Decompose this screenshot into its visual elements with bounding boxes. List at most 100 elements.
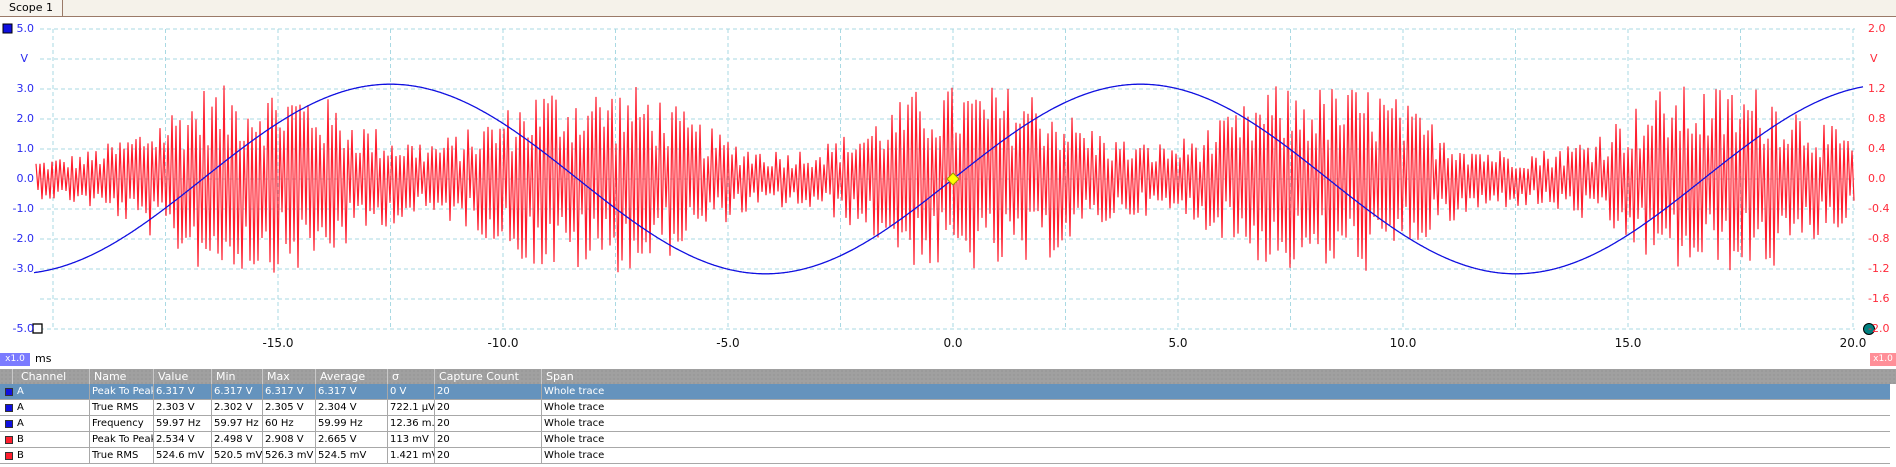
table-cell: 12.36 m...: [387, 416, 434, 431]
table-cell: 6.317 V: [153, 384, 211, 399]
table-cell: 2.498 V: [211, 432, 262, 447]
table-cell: 0 V: [387, 384, 434, 399]
x-axis-tick-label: 0.0: [943, 336, 963, 350]
table-cell: 2.302 V: [211, 400, 262, 415]
table-cell: 2.665 V: [315, 432, 387, 447]
x-scale-badge[interactable]: x1.0: [0, 353, 30, 366]
table-cell: 520.5 mV: [211, 448, 262, 463]
x-axis-tick-label: 15.0: [1614, 336, 1642, 350]
table-cell: 20: [434, 448, 541, 463]
left-axis-tick-label: 3.0: [16, 82, 35, 95]
x-axis-tick-label: 10.0: [1389, 336, 1417, 350]
table-header: Channel Name Value Min Max Average σ Capture Co…: [0, 369, 1896, 384]
channel-a-marker-icon: [2, 23, 13, 34]
table-cell: 59.99 Hz: [315, 416, 387, 431]
left-cursor-handle-icon: [32, 323, 43, 334]
x-axis-tick-label: -10.0: [487, 336, 519, 350]
column-header[interactable]: Capture Count: [434, 369, 541, 384]
table-cell: Whole trace: [541, 384, 1890, 399]
left-axis-tick-label: 1.0: [16, 142, 35, 155]
table-cell: 6.317 V: [262, 384, 315, 399]
table-cell: 722.1 μV: [387, 400, 434, 415]
tab-scope-1[interactable]: Scope 1: [0, 0, 63, 16]
right-axis-tick-label: 1.2: [1868, 82, 1886, 95]
table-cell: 59.97 Hz: [211, 416, 262, 431]
table-cell: Whole trace: [541, 432, 1890, 447]
left-axis-tick-label: 0.0: [16, 172, 35, 185]
table-cell: Whole trace: [541, 416, 1890, 431]
left-axis-tick-label: -2.0: [12, 232, 34, 245]
channel-color-icon: [5, 436, 13, 444]
channel-color-icon: [5, 452, 13, 460]
channel-color-icon: [5, 420, 13, 428]
table-row[interactable]: A Frequency 59.97 Hz 59.97 Hz 60 Hz 59.99 Hz 1…: [0, 416, 1890, 432]
x-axis-tick-label: 20.0: [1839, 336, 1867, 350]
table-cell: Whole trace: [541, 448, 1890, 463]
right-axis-tick-label: 2.0: [1868, 22, 1886, 35]
table-cell: 526.3 mV: [262, 448, 315, 463]
table-row[interactable]: A True RMS 2.303 V 2.302 V 2.305 V 2.304 V 722…: [0, 400, 1890, 416]
left-axis-unit: V: [20, 52, 28, 65]
right-axis-tick-label: 0.4: [1868, 142, 1886, 155]
x-axis-tick-label: -15.0: [262, 336, 294, 350]
column-header[interactable]: Max: [262, 369, 315, 384]
table-cell: 60 Hz: [262, 416, 315, 431]
table-cell: B: [17, 450, 24, 461]
column-header[interactable]: Value: [153, 369, 211, 384]
right-axis-tick-label: -1.2: [1868, 262, 1890, 275]
table-cell: 6.317 V: [211, 384, 262, 399]
table-cell: 2.304 V: [315, 400, 387, 415]
column-header[interactable]: Channel: [12, 369, 89, 384]
right-axis-tick-label: -0.4: [1868, 202, 1890, 215]
table-cell: Frequency: [89, 416, 153, 431]
column-header[interactable]: Average: [315, 369, 387, 384]
table-cell: A: [17, 386, 24, 397]
left-axis-tick-label: -3.0: [12, 262, 34, 275]
table-cell: Peak To Peak: [89, 384, 153, 399]
table-cell: 20: [434, 416, 541, 431]
table-cell: 1.421 mV: [387, 448, 434, 463]
table-row[interactable]: A Peak To Peak 6.317 V 6.317 V 6.317 V 6.317 …: [0, 384, 1890, 400]
table-cell: Peak To Peak: [89, 432, 153, 447]
table-row[interactable]: B True RMS 524.6 mV 520.5 mV 526.3 mV 524.5 m…: [0, 448, 1890, 464]
table-row[interactable]: B Peak To Peak 2.534 V 2.498 V 2.908 V 2.665 …: [0, 432, 1890, 448]
table-cell: Whole trace: [541, 400, 1890, 415]
table-cell: 113 mV: [387, 432, 434, 447]
table-cell: 2.534 V: [153, 432, 211, 447]
right-scale-badge[interactable]: x1.0: [1870, 353, 1896, 366]
right-axis-tick-label: -1.6: [1868, 292, 1890, 305]
right-axis-tick-label: 0.0: [1868, 172, 1886, 185]
right-axis-unit: V: [1870, 52, 1878, 65]
table-cell: A: [17, 418, 24, 429]
table-cell: 2.908 V: [262, 432, 315, 447]
left-axis-tick-label: 5.0: [16, 22, 35, 35]
table-cell: 6.317 V: [315, 384, 387, 399]
x-axis-tick-label: -5.0: [716, 336, 740, 350]
left-axis-tick-label: -1.0: [12, 202, 34, 215]
table-cell: 524.6 mV: [153, 448, 211, 463]
channel-color-icon: [5, 404, 13, 412]
table-cell: 20: [434, 432, 541, 447]
column-header[interactable]: Span: [541, 369, 1890, 384]
table-cell: B: [17, 434, 24, 445]
channel-color-icon: [5, 388, 13, 396]
tab-bar: Scope 1: [0, 0, 1896, 17]
table-cell: 20: [434, 384, 541, 399]
table-cell: 2.305 V: [262, 400, 315, 415]
column-header[interactable]: σ: [387, 369, 434, 384]
left-axis-tick-label: -5.0: [12, 322, 34, 335]
table-cell: True RMS: [89, 400, 153, 415]
column-header[interactable]: Name: [89, 369, 153, 384]
left-axis-tick-label: 2.0: [16, 112, 35, 125]
table-cell: 20: [434, 400, 541, 415]
scope-plot[interactable]: [0, 17, 1896, 357]
right-axis-tick-label: -2.0: [1868, 322, 1890, 335]
table-cell: 2.303 V: [153, 400, 211, 415]
table-cell: 59.97 Hz: [153, 416, 211, 431]
x-axis-unit: ms: [35, 352, 52, 365]
table-cell: A: [17, 402, 24, 413]
table-cell: True RMS: [89, 448, 153, 463]
x-axis-tick-label: 5.0: [1168, 336, 1188, 350]
column-header[interactable]: Min: [211, 369, 262, 384]
right-axis-tick-label: 0.8: [1868, 112, 1886, 125]
